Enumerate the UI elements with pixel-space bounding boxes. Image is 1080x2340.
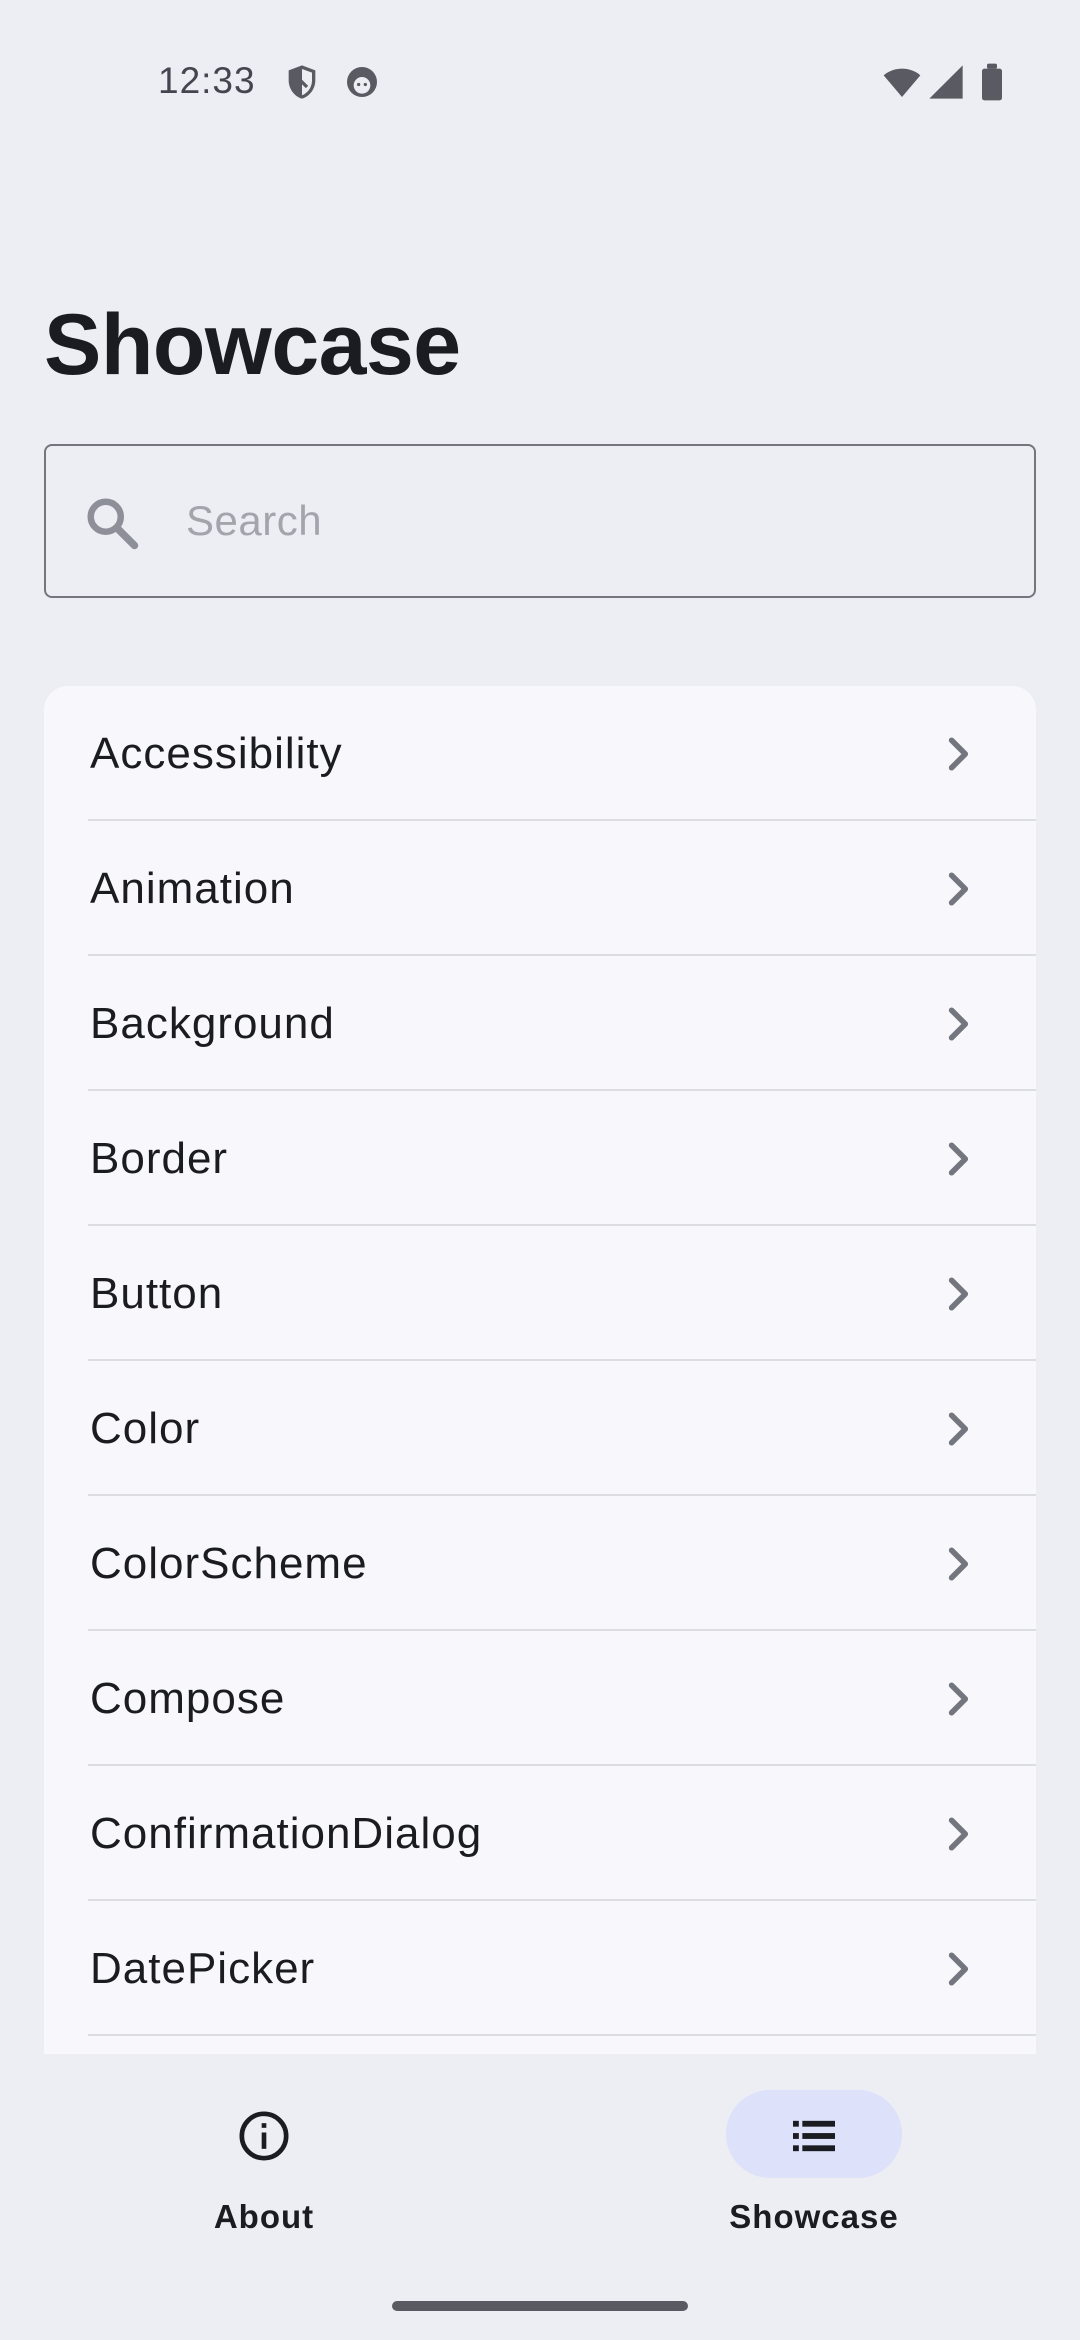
- list-item[interactable]: Color: [44, 1361, 1036, 1496]
- chevron-right-icon: [936, 1002, 980, 1046]
- list-item[interactable]: Accessibility: [44, 686, 1036, 821]
- nav-label-showcase: Showcase: [729, 2198, 899, 2235]
- nav-item-showcase[interactable]: Showcase: [684, 2090, 944, 2240]
- component-list: Accessibility Animation Background Border Bu…: [44, 686, 1036, 2054]
- chevron-right-icon: [936, 1947, 980, 1991]
- list-item-label: Button: [90, 1269, 224, 1318]
- battery-icon: [974, 62, 1010, 102]
- shield-icon: [282, 62, 322, 102]
- chevron-right-icon: [936, 1812, 980, 1856]
- list-item-label: Background: [90, 999, 335, 1048]
- list-item[interactable]: Button: [44, 1226, 1036, 1361]
- search-icon: [82, 493, 142, 553]
- signal-icon: [926, 62, 966, 102]
- list-item-label: Accessibility: [90, 729, 343, 778]
- chevron-right-icon: [936, 1677, 980, 1721]
- bottom-navigation: About Showcase: [0, 2054, 1080, 2340]
- list-item-label: ConfirmationDialog: [90, 1809, 483, 1858]
- list-item-label: DatePicker: [90, 1944, 316, 1993]
- app-screen: 12:33 Showcase Accessibility Animation Bac…: [0, 0, 1080, 2340]
- list-item-label: Border: [90, 1134, 229, 1183]
- list-item-label: Compose: [90, 1674, 286, 1723]
- list-item-label: Color: [90, 1404, 201, 1453]
- list-item-label: Divider: [90, 2036, 234, 2054]
- nav-item-about[interactable]: About: [134, 2090, 394, 2240]
- search-field[interactable]: [44, 444, 1036, 598]
- chevron-right-icon: [936, 1272, 980, 1316]
- chevron-right-icon: [936, 1137, 980, 1181]
- status-time: 12:33: [158, 60, 256, 101]
- wifi-icon: [880, 62, 924, 102]
- list-icon: [786, 2108, 842, 2164]
- list-item[interactable]: Compose: [44, 1631, 1036, 1766]
- list-item[interactable]: DatePicker: [44, 1901, 1036, 2036]
- chevron-right-icon: [936, 1542, 980, 1586]
- list-item[interactable]: ColorScheme: [44, 1496, 1036, 1631]
- chevron-right-icon: [936, 867, 980, 911]
- status-bar: 12:33: [0, 0, 1080, 168]
- list-item[interactable]: Animation: [44, 821, 1036, 956]
- nav-label-about: About: [213, 2198, 315, 2235]
- face-icon: [342, 62, 382, 102]
- list-item[interactable]: Divider: [44, 2036, 1036, 2054]
- chevron-right-icon: [936, 1407, 980, 1451]
- list-item-label: ColorScheme: [90, 1539, 368, 1588]
- home-indicator[interactable]: [392, 2301, 688, 2311]
- chevron-right-icon: [936, 732, 980, 776]
- search-input[interactable]: [186, 476, 1006, 566]
- list-item-label: Animation: [90, 864, 295, 913]
- info-icon: [236, 2108, 292, 2164]
- list-item[interactable]: Background: [44, 956, 1036, 1091]
- list-item[interactable]: ConfirmationDialog: [44, 1766, 1036, 1901]
- page-title: Showcase: [44, 297, 461, 393]
- list-item[interactable]: Border: [44, 1091, 1036, 1226]
